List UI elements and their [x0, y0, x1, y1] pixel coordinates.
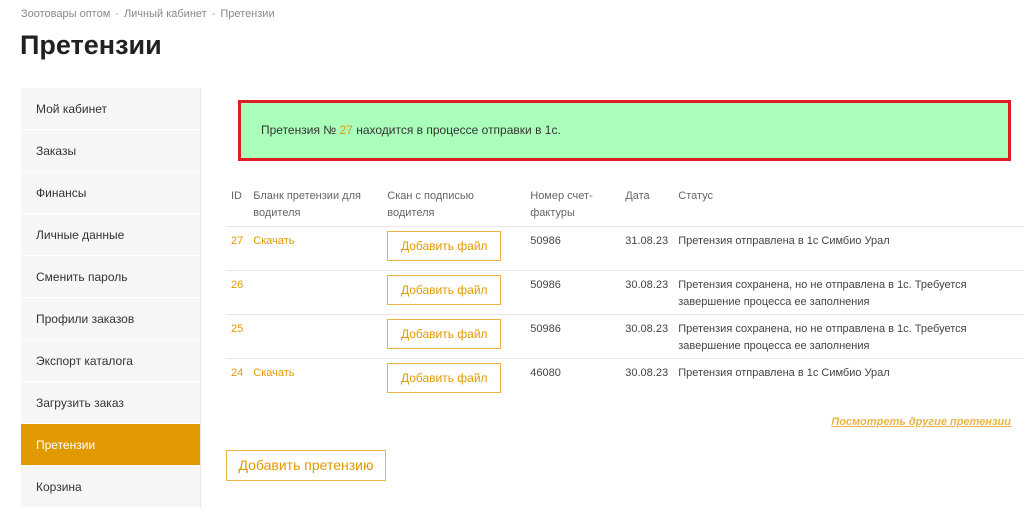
sidebar-item-finance[interactable]: Финансы: [21, 172, 200, 214]
claim-status: Претензия отправлена в 1с Симбио Урал: [673, 358, 1024, 403]
alert-prefix: Претензия №: [261, 123, 337, 137]
invoice-number: 46080: [525, 358, 621, 403]
claims-table: ID Бланк претензии для водителя Скан с п…: [226, 184, 1024, 403]
breadcrumb-item-current: Претензии: [220, 8, 275, 20]
breadcrumb-item-home[interactable]: Зоотовары оптом: [21, 8, 110, 20]
claim-status-alert: Претензия № 27 находится в процессе отпр…: [238, 100, 1011, 161]
view-other-claims-link[interactable]: Посмотреть другие претензии: [831, 416, 1011, 428]
claim-status: Претензия сохранена, но не отправлена в …: [673, 270, 1024, 315]
table-header-row: ID Бланк претензии для водителя Скан с п…: [226, 184, 1024, 227]
sidebar: Мой кабинет Заказы Финансы Личные данные…: [21, 88, 201, 508]
add-file-button[interactable]: Добавить файл: [387, 231, 502, 261]
alert-suffix: находится в процессе отправки в 1с.: [356, 123, 561, 137]
table-row: 27 Скачать Добавить файл 50986 31.08.23 …: [226, 226, 1024, 271]
download-blank-link[interactable]: Скачать: [253, 235, 294, 247]
claim-date: 30.08.23: [620, 358, 674, 403]
column-header-date: Дата: [625, 190, 650, 202]
claim-date: 31.08.23: [620, 226, 674, 271]
sidebar-item-orders[interactable]: Заказы: [21, 130, 200, 172]
invoice-number: 50986: [525, 270, 621, 315]
column-header-id: ID: [231, 190, 242, 202]
sidebar-item-order-profiles[interactable]: Профили заказов: [21, 298, 200, 340]
sidebar-item-personal-data[interactable]: Личные данные: [21, 214, 200, 256]
sidebar-item-change-password[interactable]: Сменить пароль: [21, 256, 200, 298]
table-row: 25 Добавить файл 50986 30.08.23 Претензи…: [226, 314, 1024, 359]
breadcrumb: Зоотовары оптом - Личный кабинет - Претензии: [21, 8, 275, 20]
sidebar-item-catalog-export[interactable]: Экспорт каталога: [21, 340, 200, 382]
invoice-number: 50986: [525, 226, 621, 271]
table-row: 24 Скачать Добавить файл 46080 30.08.23 …: [226, 358, 1024, 403]
breadcrumb-item-cabinet[interactable]: Личный кабинет: [124, 8, 207, 20]
column-header-blank: Бланк претензии для водителя: [253, 190, 361, 219]
breadcrumb-separator: -: [211, 8, 216, 20]
sidebar-item-claims[interactable]: Претензии: [21, 424, 200, 466]
claim-status: Претензия сохранена, но не отправлена в …: [673, 314, 1024, 359]
sidebar-item-upload-order[interactable]: Загрузить заказ: [21, 382, 200, 424]
sidebar-item-my-cabinet[interactable]: Мой кабинет: [21, 88, 200, 130]
add-file-button[interactable]: Добавить файл: [387, 275, 502, 305]
add-file-button[interactable]: Добавить файл: [387, 319, 502, 349]
column-header-invoice: Номер счет-фактуры: [530, 190, 593, 219]
claim-date: 30.08.23: [620, 270, 674, 315]
claim-id-link[interactable]: 27: [226, 226, 249, 271]
alert-claim-number: 27: [339, 123, 353, 137]
breadcrumb-separator: -: [115, 8, 119, 20]
download-blank-link[interactable]: Скачать: [253, 367, 294, 379]
claim-status: Претензия отправлена в 1с Симбио Урал: [673, 226, 1024, 271]
add-file-button[interactable]: Добавить файл: [387, 363, 502, 393]
claim-id-link[interactable]: 24: [226, 358, 249, 403]
add-claim-button[interactable]: Добавить претензию: [226, 450, 386, 481]
column-header-status: Статус: [678, 190, 714, 202]
claim-id-link[interactable]: 25: [226, 314, 249, 359]
claim-id-link[interactable]: 26: [226, 270, 249, 315]
claim-date: 30.08.23: [620, 314, 674, 359]
invoice-number: 50986: [525, 314, 621, 359]
table-row: 26 Добавить файл 50986 30.08.23 Претензи…: [226, 270, 1024, 315]
sidebar-item-cart[interactable]: Корзина: [21, 466, 200, 508]
column-header-scan: Скан с подписью водителя: [387, 190, 474, 219]
page-title: Претензии: [20, 30, 162, 60]
